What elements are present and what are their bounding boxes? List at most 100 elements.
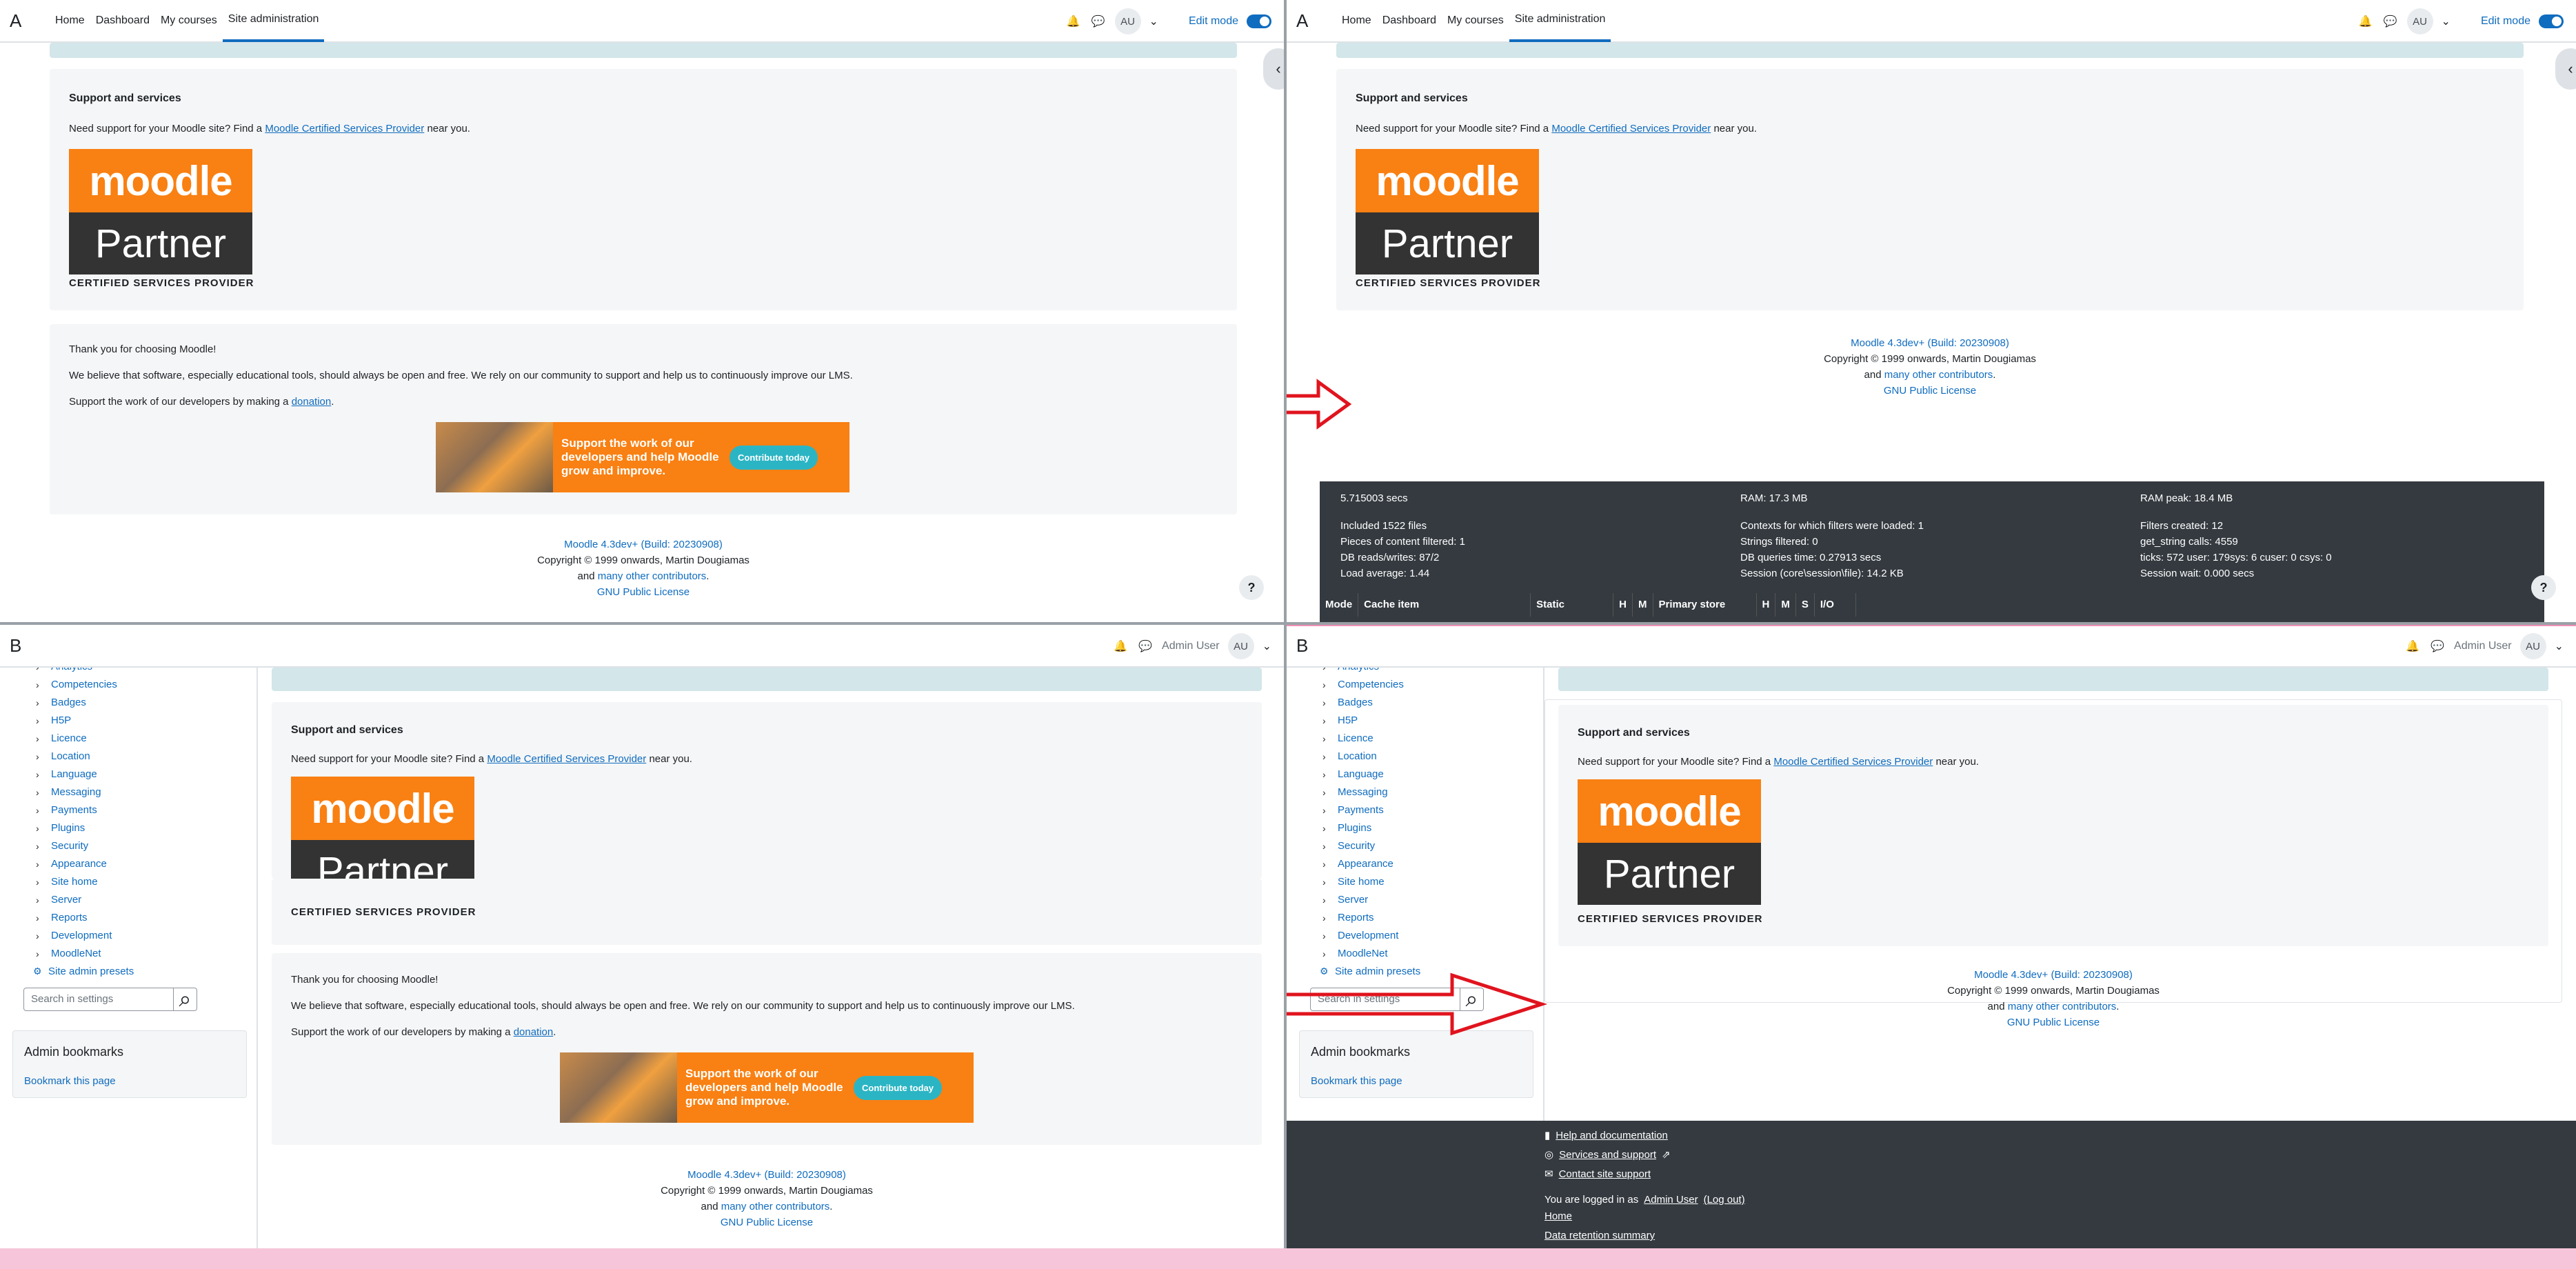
chevron-right-icon[interactable]: ›	[36, 715, 47, 726]
user-name[interactable]: Admin User	[1162, 640, 1220, 652]
chevron-right-icon[interactable]: ›	[36, 769, 47, 780]
bell-icon[interactable]: 🔔	[2357, 13, 2374, 30]
site-logo[interactable]: B	[1296, 635, 1328, 657]
nav-my-courses[interactable]: My courses	[1442, 0, 1509, 42]
chevron-down-icon[interactable]: ⌄	[2555, 639, 2564, 653]
chevron-right-icon[interactable]: ›	[1322, 877, 1334, 888]
sidebar-item-messaging[interactable]: Messaging	[1338, 786, 1388, 798]
sidebar-item-h5p[interactable]: H5P	[1338, 715, 1358, 726]
sidebar-item-moodlenet[interactable]: MoodleNet	[1338, 948, 1388, 959]
footer-home-link[interactable]: Home	[1544, 1210, 1572, 1222]
contributors-link[interactable]: many other contributors	[721, 1201, 830, 1212]
chevron-right-icon[interactable]: ›	[1322, 697, 1334, 708]
chevron-right-icon[interactable]: ›	[1322, 751, 1334, 762]
sidebar-item-badges[interactable]: Badges	[1338, 697, 1373, 708]
logout-link[interactable]: (Log out)	[1704, 1194, 1745, 1206]
contributors-link[interactable]: many other contributors	[2008, 1001, 2117, 1012]
sidebar-item-messaging[interactable]: Messaging	[51, 786, 101, 798]
nav-home[interactable]: Home	[1336, 0, 1377, 42]
chevron-right-icon[interactable]: ›	[36, 787, 47, 798]
data-retention-link[interactable]: Data retention summary	[1544, 1230, 1655, 1241]
chevron-down-icon[interactable]: ⌄	[1262, 639, 1271, 653]
sidebar-item-reports[interactable]: Reports	[1338, 912, 1374, 923]
chevron-right-icon[interactable]: ›	[1322, 895, 1334, 906]
chevron-right-icon[interactable]: ›	[36, 805, 47, 816]
chat-icon[interactable]: 💬	[1137, 638, 1154, 655]
logged-user-link[interactable]: Admin User	[1644, 1194, 1698, 1206]
chevron-right-icon[interactable]: ›	[36, 841, 47, 852]
sidebar-item-plugins[interactable]: Plugins	[1338, 822, 1371, 834]
nav-dashboard[interactable]: Dashboard	[90, 0, 155, 42]
nav-site-admin[interactable]: Site administration	[1509, 0, 1611, 42]
chevron-right-icon[interactable]: ›	[1322, 769, 1334, 780]
bell-icon[interactable]: 🔔	[1065, 13, 1082, 30]
donation-link[interactable]: donation	[514, 1026, 554, 1038]
sidebar-item-competencies[interactable]: Competencies	[1338, 679, 1404, 690]
sidebar-item-appearance[interactable]: Appearance	[1338, 858, 1393, 870]
certified-provider-link[interactable]: Moodle Certified Services Provider	[1773, 756, 1933, 768]
license-link[interactable]: GNU Public License	[597, 586, 690, 598]
contact-support-link[interactable]: Contact site support	[1559, 1168, 1651, 1180]
sidebar-item-badges[interactable]: Badges	[51, 697, 86, 708]
sidebar-item-presets[interactable]: Site admin presets	[48, 966, 134, 977]
contributors-link[interactable]: many other contributors	[1884, 369, 1993, 381]
chevron-down-icon[interactable]: ⌄	[2442, 14, 2451, 28]
help-button[interactable]: ?	[2531, 575, 2556, 600]
chevron-right-icon[interactable]: ›	[36, 751, 47, 762]
drawer-toggle-icon[interactable]: ‹	[2555, 48, 2576, 90]
version-link[interactable]: Moodle 4.3dev+ (Build: 20230908)	[1851, 337, 2009, 349]
nav-my-courses[interactable]: My courses	[155, 0, 223, 42]
sidebar-item-payments[interactable]: Payments	[1338, 804, 1384, 816]
chevron-right-icon[interactable]: ›	[36, 679, 47, 690]
donate-banner[interactable]: Support the work of our developers and h…	[436, 422, 849, 492]
bookmark-link[interactable]: Bookmark this page	[1311, 1075, 1402, 1087]
site-logo[interactable]: B	[10, 635, 41, 657]
bookmark-link[interactable]: Bookmark this page	[24, 1075, 116, 1087]
sidebar-item-moodlenet[interactable]: MoodleNet	[51, 948, 101, 959]
chevron-right-icon[interactable]: ›	[36, 697, 47, 708]
chevron-right-icon[interactable]: ›	[36, 930, 47, 941]
services-link[interactable]: Services and support	[1559, 1149, 1656, 1161]
chevron-right-icon[interactable]: ›	[36, 877, 47, 888]
sidebar-item-plugins[interactable]: Plugins	[51, 822, 85, 834]
donate-banner[interactable]: Support the work of our developers and h…	[560, 1052, 974, 1123]
chat-icon[interactable]: 💬	[2429, 638, 2446, 655]
sidebar-item-location[interactable]: Location	[1338, 750, 1377, 762]
moodle-partner-logo[interactable]: moodle Partner	[1356, 149, 1539, 274]
sidebar-item-security[interactable]: Security	[1338, 840, 1375, 852]
moodle-partner-logo[interactable]: moodle Partner	[1578, 779, 1761, 905]
drawer-toggle-icon[interactable]: ‹	[1263, 48, 1284, 90]
chevron-right-icon[interactable]: ›	[1322, 841, 1334, 852]
nav-site-admin[interactable]: Site administration	[222, 0, 325, 42]
sidebar-item-h5p[interactable]: H5P	[51, 715, 71, 726]
edit-mode-toggle[interactable]	[2539, 14, 2564, 28]
certified-provider-link[interactable]: Moodle Certified Services Provider	[1551, 123, 1711, 134]
chevron-right-icon[interactable]: ›	[1322, 787, 1334, 798]
chat-icon[interactable]: 💬	[2382, 13, 2399, 30]
user-name[interactable]: Admin User	[2454, 640, 2512, 652]
chevron-right-icon[interactable]: ›	[36, 895, 47, 906]
donation-link[interactable]: donation	[292, 396, 332, 408]
chevron-right-icon[interactable]: ›	[1322, 948, 1334, 959]
help-button[interactable]: ?	[1239, 575, 1264, 600]
site-logo[interactable]: A	[1296, 10, 1328, 32]
chevron-right-icon[interactable]: ›	[1322, 823, 1334, 834]
sidebar-item-reports[interactable]: Reports	[51, 912, 88, 923]
chevron-right-icon[interactable]: ›	[1322, 912, 1334, 923]
chevron-right-icon[interactable]: ›	[1322, 805, 1334, 816]
sidebar-item-server[interactable]: Server	[51, 894, 81, 906]
chevron-right-icon[interactable]: ›	[36, 948, 47, 959]
sidebar-item-security[interactable]: Security	[51, 840, 88, 852]
chevron-right-icon[interactable]: ›	[1322, 733, 1334, 744]
sidebar-item-licence[interactable]: Licence	[51, 732, 87, 744]
chat-icon[interactable]: 💬	[1090, 13, 1107, 30]
certified-provider-link[interactable]: Moodle Certified Services Provider	[487, 753, 646, 765]
chevron-right-icon[interactable]: ›	[1322, 930, 1334, 941]
bell-icon[interactable]: 🔔	[2404, 638, 2421, 655]
sidebar-item-development[interactable]: Development	[1338, 930, 1398, 941]
sidebar-item-language[interactable]: Language	[51, 768, 97, 780]
avatar[interactable]: AU	[2519, 633, 2546, 659]
certified-provider-link[interactable]: Moodle Certified Services Provider	[265, 123, 424, 134]
sidebar-item-appearance[interactable]: Appearance	[51, 858, 107, 870]
edit-mode-toggle[interactable]	[1247, 14, 1271, 28]
